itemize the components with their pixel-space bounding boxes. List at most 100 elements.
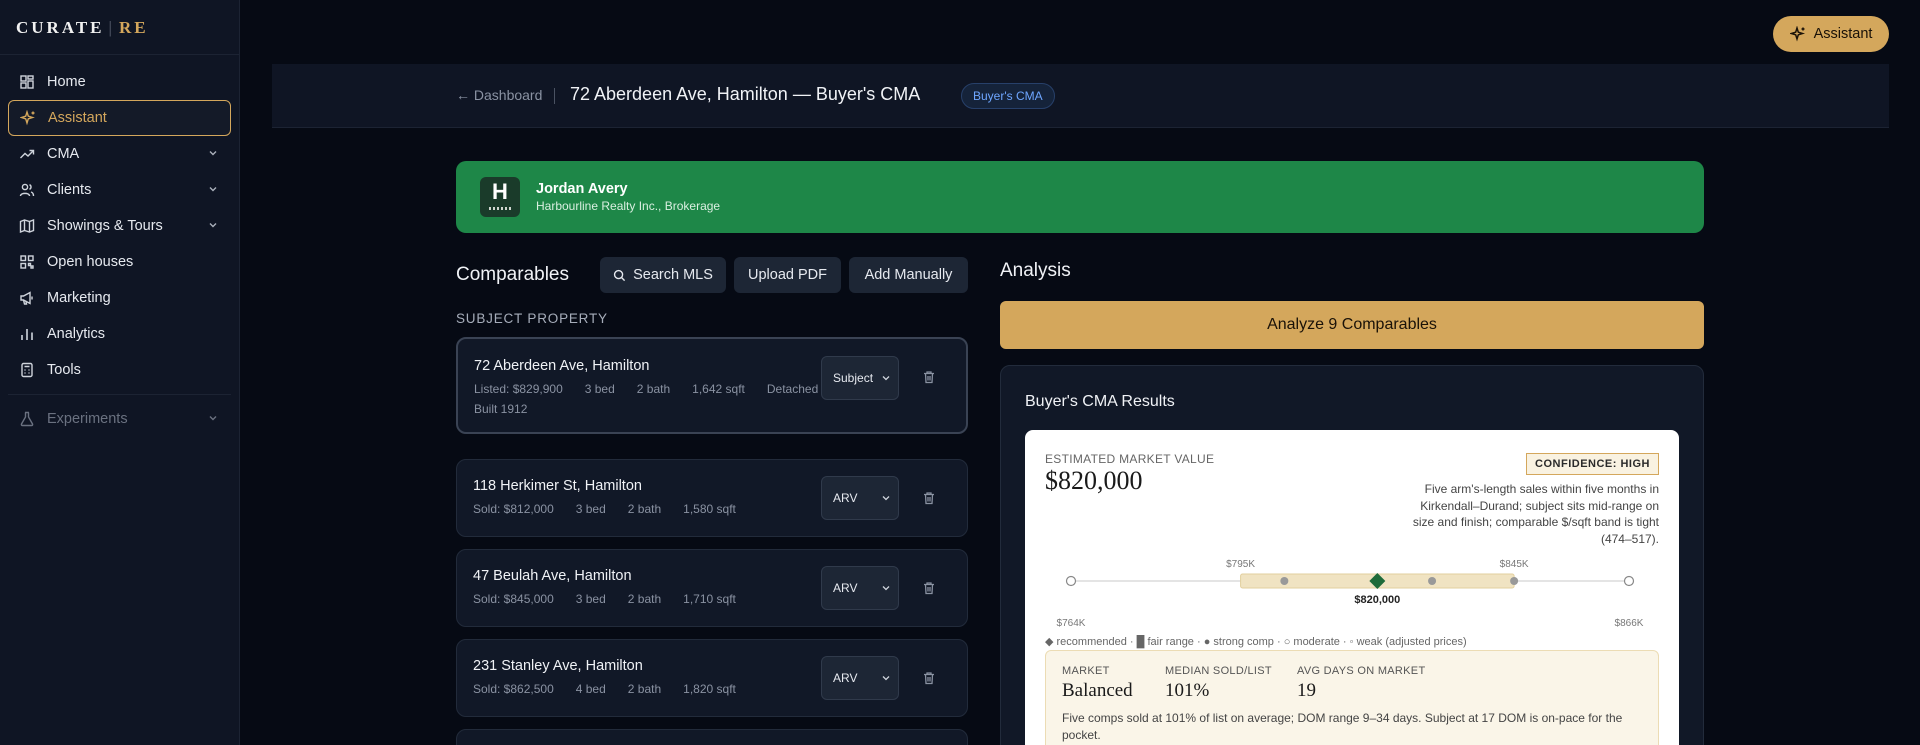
fair-low-label: $795K	[1226, 559, 1255, 570]
brand-logo[interactable]: CURATE | RE	[0, 0, 239, 55]
comp-beds: 3 bed	[575, 592, 606, 606]
trash-icon[interactable]	[922, 370, 936, 384]
page-header: ← Dashboard 72 Aberdeen Ave, Hamilton — …	[272, 64, 1889, 128]
analyze-comparables-button[interactable]: Analyze 9 Comparables	[1000, 301, 1704, 349]
comp-type: Detached	[766, 382, 819, 396]
header-divider	[554, 88, 555, 104]
chevron-down-icon[interactable]	[207, 412, 219, 424]
role-select-value: Subject	[833, 371, 874, 385]
comp-address: 47 Beulah Ave, Hamilton	[473, 568, 632, 584]
trend-icon	[20, 149, 35, 159]
agent-brokerage: Harbourline Realty Inc., Brokerage	[536, 199, 721, 213]
chevron-down-icon[interactable]	[207, 147, 219, 159]
upload-pdf-button[interactable]: Upload PDF	[734, 257, 841, 293]
search-mls-button[interactable]: Search MLS	[600, 257, 726, 293]
comp-card[interactable]: 118 Herkimer St, Hamilton Sold: $812,000…	[456, 459, 968, 537]
emv-label: ESTIMATED MARKET VALUE	[1045, 452, 1215, 466]
grid-icon	[20, 75, 34, 89]
dom-label: AVG DAYS ON MARKET	[1297, 665, 1426, 677]
upload-pdf-label: Upload PDF	[748, 267, 827, 283]
brand-suffix: RE	[118, 18, 149, 37]
dom-value: 19	[1297, 680, 1316, 701]
max-value-label: $866K	[1615, 618, 1644, 629]
cma-type-badge: Buyer's CMA	[961, 83, 1055, 109]
comp-price: Sold: $845,000	[473, 592, 554, 606]
comp-baths: 2 bath	[627, 592, 662, 606]
comp-price: Sold: $812,000	[473, 502, 554, 516]
sidebar-item-home[interactable]: Home	[8, 64, 231, 100]
results-title: Buyer's CMA Results	[1025, 393, 1175, 410]
sold-list-value: 101%	[1165, 680, 1210, 701]
subject-property-label: SUBJECT PROPERTY	[456, 311, 608, 326]
chevron-down-icon[interactable]	[207, 183, 219, 195]
trash-icon[interactable]	[922, 671, 936, 685]
sidebar-item-marketing[interactable]: Marketing	[8, 280, 231, 316]
sidebar: CURATE | RE Home Assistant CMA Clients Sho…	[0, 0, 240, 745]
recommended-label: $820,000	[1354, 594, 1400, 606]
sidebar-item-label: Open houses	[47, 254, 134, 270]
comp-baths: 2 bath	[627, 682, 662, 696]
comp-sqft: 1,820 sqft	[683, 682, 736, 696]
nav-divider	[8, 394, 231, 395]
role-select[interactable]: ARV	[821, 476, 899, 520]
map-icon	[19, 218, 35, 234]
sidebar-item-open-houses[interactable]: Open houses	[8, 244, 231, 280]
flask-icon	[20, 411, 34, 427]
back-to-dashboard-link[interactable]: ← Dashboard	[456, 87, 542, 103]
sidebar-item-analytics[interactable]: Analytics	[8, 316, 231, 352]
role-select[interactable]: ARV	[821, 656, 899, 700]
comp-price: Sold: $862,500	[473, 682, 554, 696]
search-icon	[613, 269, 626, 281]
chevron-down-icon[interactable]	[207, 219, 219, 231]
comp-sqft: 1,710 sqft	[683, 592, 736, 606]
market-summary: MARKET Balanced MEDIAN SOLD/LIST 101% AV…	[1045, 650, 1659, 745]
confidence-badge: CONFIDENCE: HIGH	[1526, 453, 1659, 475]
valuation-card: ESTIMATED MARKET VALUE $820,000 CONFIDEN…	[1025, 430, 1679, 745]
add-manually-button[interactable]: Add Manually	[849, 257, 968, 293]
strong-comp-point	[1280, 577, 1289, 585]
brokerage-logo: H	[480, 177, 520, 217]
comp-beds: 3 bed	[575, 502, 606, 516]
sidebar-item-showings[interactable]: Showings & Tours	[8, 208, 231, 244]
comp-built: Built 1912	[474, 402, 528, 416]
sidebar-item-label: Showings & Tours	[47, 218, 163, 234]
sidebar-item-label: Marketing	[47, 290, 111, 306]
sidebar-nav: Home Assistant CMA Clients Showings & To…	[0, 55, 239, 437]
qr-icon	[20, 255, 34, 269]
comp-card[interactable]: 47 Beulah Ave, Hamilton Sold: $845,000 3 …	[456, 549, 968, 627]
sidebar-item-assistant[interactable]: Assistant	[8, 100, 231, 136]
comp-meta: Listed: $829,900 3 bed 2 bath 1,642 sqft Det…	[474, 382, 840, 396]
comp-meta: Sold: $812,000 3 bed 2 bath 1,580 sqft	[473, 502, 758, 516]
comp-address: 118 Herkimer St, Hamilton	[473, 478, 642, 494]
assistant-button[interactable]: Assistant	[1773, 16, 1889, 52]
role-select[interactable]: ARV	[821, 566, 899, 610]
sidebar-item-cma[interactable]: CMA	[8, 136, 231, 172]
users-icon	[19, 183, 35, 197]
search-mls-label: Search MLS	[633, 267, 713, 283]
cma-results-panel: Buyer's CMA Results ESTIMATED MARKET VAL…	[1000, 365, 1704, 745]
sidebar-item-experiments[interactable]: Experiments	[8, 401, 231, 437]
comp-card[interactable]	[456, 729, 968, 745]
market-value: Balanced	[1062, 680, 1133, 701]
subject-property-card[interactable]: 72 Aberdeen Ave, Hamilton Listed: $829,9…	[456, 337, 968, 434]
weak-comp-point	[1623, 575, 1635, 587]
sidebar-item-tools[interactable]: Tools	[8, 352, 231, 388]
trash-icon[interactable]	[922, 581, 936, 595]
sidebar-item-label: Experiments	[47, 411, 128, 427]
sidebar-item-clients[interactable]: Clients	[8, 172, 231, 208]
fair-high-label: $845K	[1500, 559, 1529, 570]
sidebar-item-label: CMA	[47, 146, 80, 162]
role-select-value: ARV	[833, 491, 858, 505]
brand-separator: |	[108, 18, 115, 37]
trash-icon[interactable]	[922, 491, 936, 505]
value-range-chart: $795K $845K $820,000 $764K $866K	[1057, 559, 1644, 629]
comp-card[interactable]: 231 Stanley Ave, Hamilton Sold: $862,500…	[456, 639, 968, 717]
role-select[interactable]: Subject	[821, 356, 899, 400]
strong-comp-point	[1428, 577, 1437, 585]
add-manually-label: Add Manually	[864, 267, 953, 283]
brand-name: CURATE	[16, 18, 105, 37]
sidebar-item-label: Assistant	[48, 110, 107, 126]
range-legend: ◆ recommended · █ fair range · ● strong …	[1045, 636, 1467, 648]
sidebar-item-label: Tools	[47, 362, 81, 378]
comp-sqft: 1,580 sqft	[683, 502, 736, 516]
